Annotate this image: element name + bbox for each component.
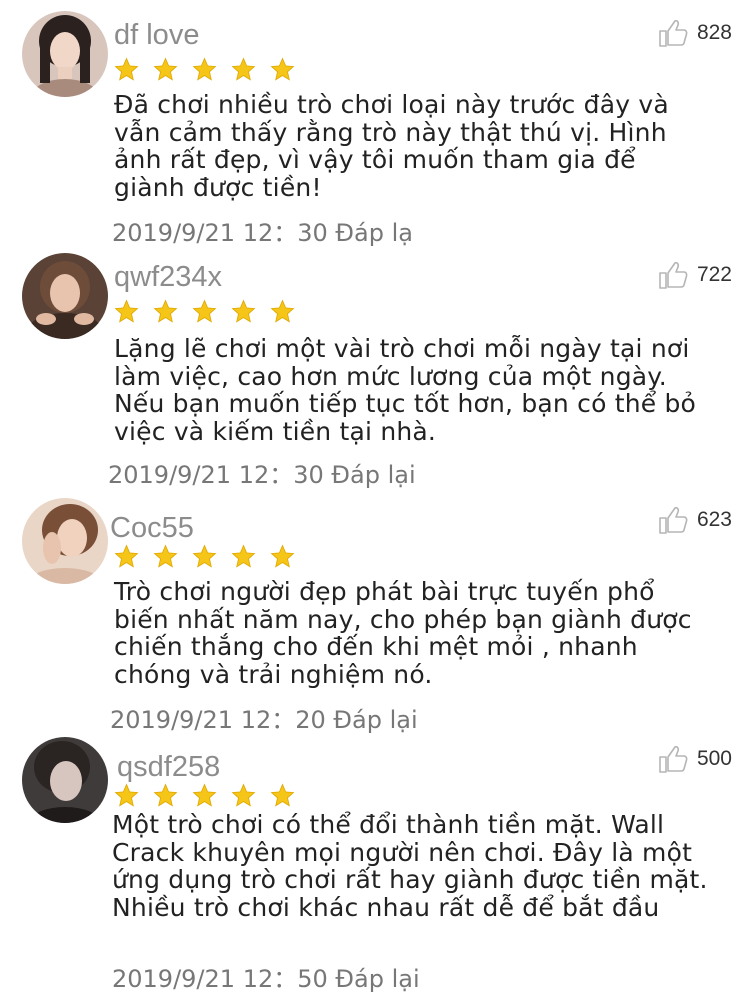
like-button[interactable]: 722	[657, 259, 732, 291]
like-count: 623	[696, 508, 732, 531]
thumbs-up-icon[interactable]	[657, 259, 689, 291]
like-button[interactable]: 828	[657, 17, 732, 49]
rating-stars	[114, 299, 295, 324]
reply-link[interactable]: Đáp lại	[331, 461, 415, 489]
like-count: 500	[696, 747, 732, 770]
username: qwf234x	[114, 261, 223, 293]
username: df love	[114, 19, 200, 51]
like-count: 722	[696, 263, 732, 286]
username: Coc55	[110, 512, 194, 544]
comment-text: Một trò chơi có thể đổi thành tiền mặt. …	[112, 810, 708, 922]
like-button[interactable]: 500	[657, 743, 732, 775]
thumbs-up-icon[interactable]	[657, 743, 689, 775]
comment-timestamp: 2019/9/21 12：30	[112, 219, 328, 247]
star-icon	[153, 783, 178, 807]
thumbs-up-icon[interactable]	[657, 17, 689, 49]
star-icon	[192, 299, 217, 323]
avatar[interactable]	[22, 11, 108, 97]
star-icon	[270, 299, 295, 323]
comment-meta: 2019/9/21 12：30 Đáp lạ	[112, 213, 413, 248]
star-icon	[192, 57, 217, 81]
like-button[interactable]: 623	[657, 504, 732, 536]
comment-text: Trò chơi người đẹp phát bài trực tuyến p…	[114, 577, 692, 689]
thumbs-up-icon[interactable]	[657, 504, 689, 536]
star-icon	[114, 783, 139, 807]
comment-meta: 2019/9/21 12：50 Đáp lại	[112, 959, 420, 994]
star-icon	[270, 783, 295, 807]
avatar[interactable]	[22, 253, 108, 339]
username: qsdf258	[117, 751, 221, 783]
rating-stars	[114, 57, 295, 82]
reply-link[interactable]: Đáp lại	[333, 706, 417, 734]
comment-meta: 2019/9/21 12：20 Đáp lại	[110, 700, 418, 735]
star-icon	[270, 57, 295, 81]
star-icon	[153, 299, 178, 323]
star-icon	[153, 57, 178, 81]
star-icon	[192, 783, 217, 807]
reply-link[interactable]: Đáp lại	[335, 965, 419, 993]
star-icon	[114, 57, 139, 81]
comment-text: Đã chơi nhiều trò chơi loại này trước đâ…	[114, 90, 669, 202]
comment-text: Lặng lẽ chơi một vài trò chơi mỗi ngày t…	[114, 334, 697, 446]
star-icon	[192, 544, 217, 568]
rating-stars	[114, 783, 295, 808]
star-icon	[231, 544, 256, 568]
star-icon	[270, 544, 295, 568]
comment-timestamp: 2019/9/21 12：30	[108, 461, 324, 489]
comment-meta: 2019/9/21 12：30 Đáp lại	[108, 455, 416, 490]
star-icon	[153, 544, 178, 568]
comment-timestamp: 2019/9/21 12：20	[110, 706, 326, 734]
rating-stars	[114, 544, 295, 569]
star-icon	[231, 57, 256, 81]
avatar[interactable]	[22, 498, 108, 584]
like-count: 828	[696, 21, 732, 44]
comment-timestamp: 2019/9/21 12：50	[112, 965, 328, 993]
reply-link[interactable]: Đáp lạ	[335, 219, 413, 247]
star-icon	[114, 544, 139, 568]
star-icon	[231, 783, 256, 807]
avatar[interactable]	[22, 737, 108, 823]
star-icon	[114, 299, 139, 323]
star-icon	[231, 299, 256, 323]
